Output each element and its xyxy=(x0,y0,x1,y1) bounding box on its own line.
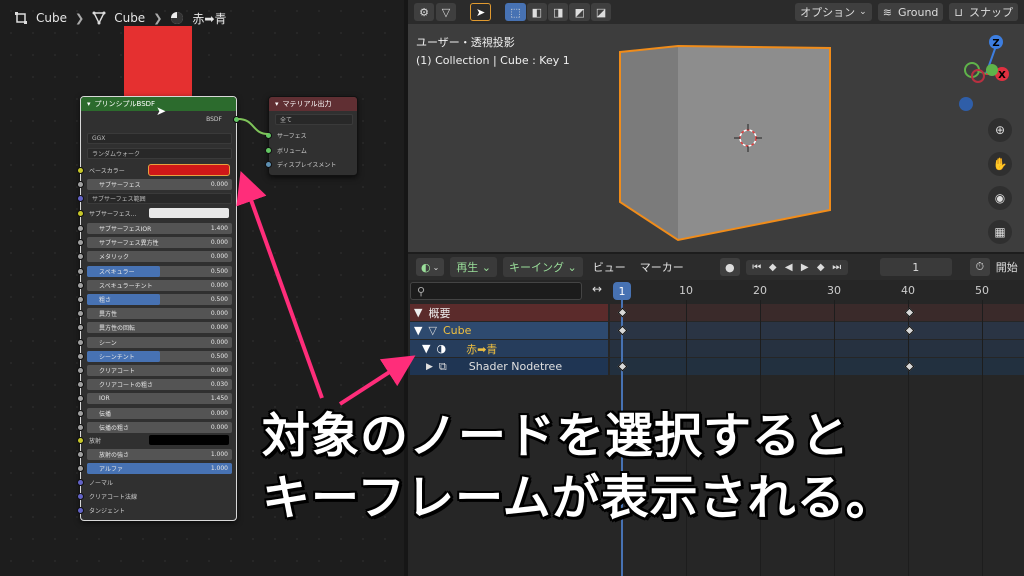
view-name: ユーザー・透視投影 xyxy=(416,36,515,49)
editor-type-button[interactable]: ◐ ⌄ xyxy=(416,258,445,276)
viewport-navigation: ⊕ ✋ ◉ ▦ xyxy=(988,118,1012,244)
stopwatch-icon[interactable]: ⏱ xyxy=(969,258,990,276)
search-icon: ⚲ xyxy=(417,284,426,298)
grid-perspective-icon[interactable]: ▦ xyxy=(988,220,1012,244)
current-frame-field[interactable]: 1 xyxy=(879,258,952,276)
snap-label: スナップ xyxy=(969,6,1013,19)
next-keyframe-icon[interactable]: ◆ xyxy=(814,262,828,273)
prev-keyframe-icon[interactable]: ◆ xyxy=(766,262,780,273)
viewport-info: ユーザー・透視投影 (1) Collection | Cube : Key 1 xyxy=(416,34,570,70)
mesh-icon: ▽ xyxy=(428,324,437,337)
gizmo-neg-z-axis[interactable] xyxy=(959,97,973,111)
expand-arrow-icon[interactable]: ▼ xyxy=(414,324,422,337)
ruler-tick: 40 xyxy=(901,284,915,297)
blender-window: Cube ❯ Cube ❯ 赤➡青 ▾ プリンシプルBSDF BSDF GGX … xyxy=(0,0,1024,576)
expand-arrow-icon[interactable]: ▶ xyxy=(426,362,433,372)
gizmo-y-axis[interactable] xyxy=(986,64,998,76)
select-intersect-icon[interactable]: ◪ xyxy=(590,3,612,21)
start-label: 開始 xyxy=(995,261,1018,274)
transport-controls: ⏮ ◆ ◀ ▶ ◆ ⏭ xyxy=(745,259,848,275)
ruler-tick: 50 xyxy=(975,284,989,297)
nodetree-icon: ⧉ xyxy=(438,359,447,373)
caption-line-2: キーフレームが表示される。 xyxy=(262,470,895,526)
material-icon: ◑ xyxy=(436,342,447,355)
cube-object[interactable] xyxy=(608,40,848,252)
chevron-down-icon: ⌄ xyxy=(432,262,440,272)
options-button[interactable]: オプション ⌄ xyxy=(795,3,872,21)
mouse-cursor-icon: ➤ xyxy=(156,104,167,118)
hand-pan-icon[interactable]: ✋ xyxy=(988,152,1012,176)
expand-arrow-icon[interactable]: ▼ xyxy=(422,342,430,355)
filter-icon[interactable]: ▽ xyxy=(436,3,456,21)
snap-button[interactable]: ⊔ スナップ xyxy=(949,3,1018,21)
material-channel-label: 赤➡青 xyxy=(466,342,498,356)
playback-menu[interactable]: 再生 ⌄ xyxy=(450,257,498,277)
record-button[interactable]: ● xyxy=(719,258,740,276)
object-channel-label: Cube xyxy=(442,324,472,337)
transform-orientation-select[interactable]: ≋ Ground xyxy=(877,3,944,21)
select-box-icon[interactable]: ⬚ xyxy=(505,3,526,21)
jump-end-icon[interactable]: ⏭ xyxy=(830,262,844,273)
view-menu[interactable]: ビュー xyxy=(589,259,630,275)
timeline-header: ◐ ⌄ 再生 ⌄ キーイング ⌄ ビュー マーカー ● ⏮ ◆ ◀ ▶ ◆ ⏭ 1… xyxy=(408,254,1024,280)
options-label: オプション xyxy=(800,6,856,19)
ground-label: Ground xyxy=(897,5,939,19)
gear-icon[interactable]: ⚙ xyxy=(414,3,434,21)
select-invert-icon[interactable]: ◩ xyxy=(569,3,590,21)
jump-start-icon[interactable]: ⏮ xyxy=(750,262,764,273)
gizmo-z-label: Z xyxy=(992,38,999,49)
channel-object[interactable]: ▼ ▽ Cube xyxy=(410,322,608,339)
swap-arrows-icon[interactable]: ↔ xyxy=(586,282,608,300)
channel-nodetree[interactable]: ▶ ⧉ Shader Nodetree xyxy=(410,358,608,375)
expand-arrow-icon[interactable]: ▼ xyxy=(414,306,422,319)
clock-icon: ◐ xyxy=(421,260,431,274)
3d-viewport[interactable]: ⚙ ▽ ➤ ⬚ ◧ ◨ ◩ ◪ オプション ⌄ ≋ Ground ⊔ スナップ … xyxy=(408,0,1024,252)
select-extend-icon[interactable]: ◧ xyxy=(526,3,548,21)
keying-menu-label: キーイング xyxy=(509,261,565,274)
viewport-header: ⚙ ▽ ➤ ⬚ ◧ ◨ ◩ ◪ オプション ⌄ ≋ Ground ⊔ スナップ xyxy=(408,0,1024,24)
summary-label: 概要 xyxy=(428,306,451,320)
tutorial-caption: 対象のノードを選択すると キーフレームが表示される。 xyxy=(262,405,1002,529)
caption-line-1: 対象のノードを選択すると xyxy=(262,408,851,464)
channel-material[interactable]: ▼ ◑ 赤➡青 xyxy=(410,340,608,357)
playback-menu-label: 再生 xyxy=(456,261,479,274)
marker-menu[interactable]: マーカー xyxy=(636,259,688,275)
channel-search-input[interactable]: ⚲ xyxy=(410,282,582,300)
ruler-tick: 20 xyxy=(753,284,767,297)
nodetree-band xyxy=(610,358,1024,375)
play-reverse-icon[interactable]: ◀ xyxy=(782,262,796,273)
magnet-icon: ⊔ xyxy=(954,5,963,19)
channel-summary[interactable]: ▼ 概要 xyxy=(410,304,608,321)
current-frame-marker[interactable]: 1 xyxy=(613,282,631,300)
collection-info: (1) Collection | Cube : Key 1 xyxy=(416,54,570,67)
keying-menu[interactable]: キーイング ⌄ xyxy=(503,257,583,277)
orientation-icon: ≋ xyxy=(882,5,892,19)
nodetree-channel-label: Shader Nodetree xyxy=(468,360,563,373)
summary-band xyxy=(610,304,1024,321)
gizmo-x-label: X xyxy=(998,70,1006,81)
material-band xyxy=(610,340,1024,357)
select-tool-icon[interactable]: ➤ xyxy=(470,3,492,21)
frame-ruler[interactable]: 10 20 30 40 50 xyxy=(610,282,1024,300)
zoom-icon[interactable]: ⊕ xyxy=(988,118,1012,142)
select-subtract-icon[interactable]: ◨ xyxy=(548,3,569,21)
ruler-tick: 30 xyxy=(827,284,841,297)
play-icon[interactable]: ▶ xyxy=(798,262,812,273)
camera-icon[interactable]: ◉ xyxy=(988,186,1012,210)
ruler-tick: 10 xyxy=(679,284,693,297)
navigation-gizmo[interactable]: Z X xyxy=(932,30,1012,120)
chevron-down-icon: ⌄ xyxy=(859,7,867,17)
object-band xyxy=(610,322,1024,339)
